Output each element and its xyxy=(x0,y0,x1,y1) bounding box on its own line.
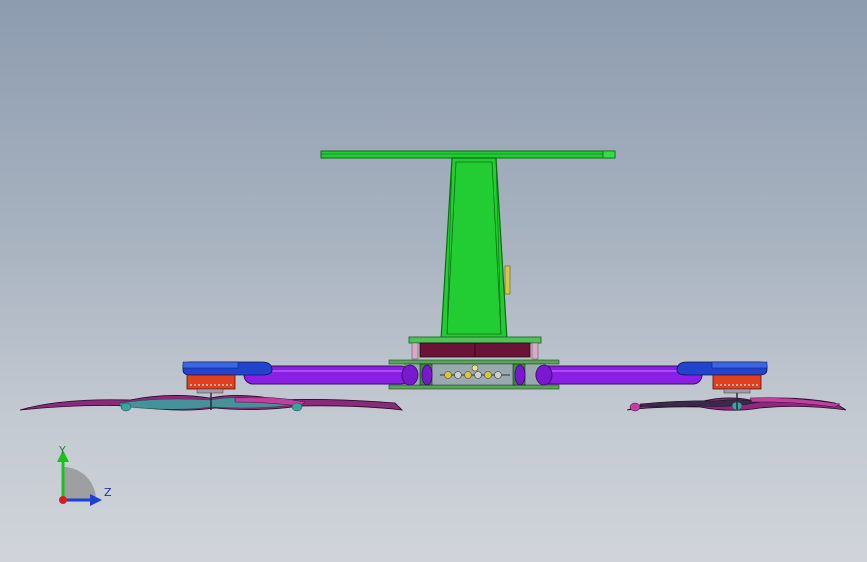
graphics-viewport[interactable]: Y Z xyxy=(0,0,867,562)
y-axis-label: Y xyxy=(58,444,66,457)
mast-column[interactable] xyxy=(440,157,511,341)
right-propeller[interactable] xyxy=(626,393,847,412)
z-axis-label: Z xyxy=(104,486,112,499)
top-plate[interactable] xyxy=(320,150,616,159)
right-arm[interactable] xyxy=(514,364,703,386)
drone-model[interactable] xyxy=(0,0,867,562)
x-axis-dot xyxy=(59,496,67,504)
z-axis-arrow-icon xyxy=(90,494,102,506)
orientation-triad: Y Z xyxy=(57,444,112,506)
left-propeller[interactable] xyxy=(19,393,404,412)
upper-frame-plate[interactable] xyxy=(408,336,542,360)
